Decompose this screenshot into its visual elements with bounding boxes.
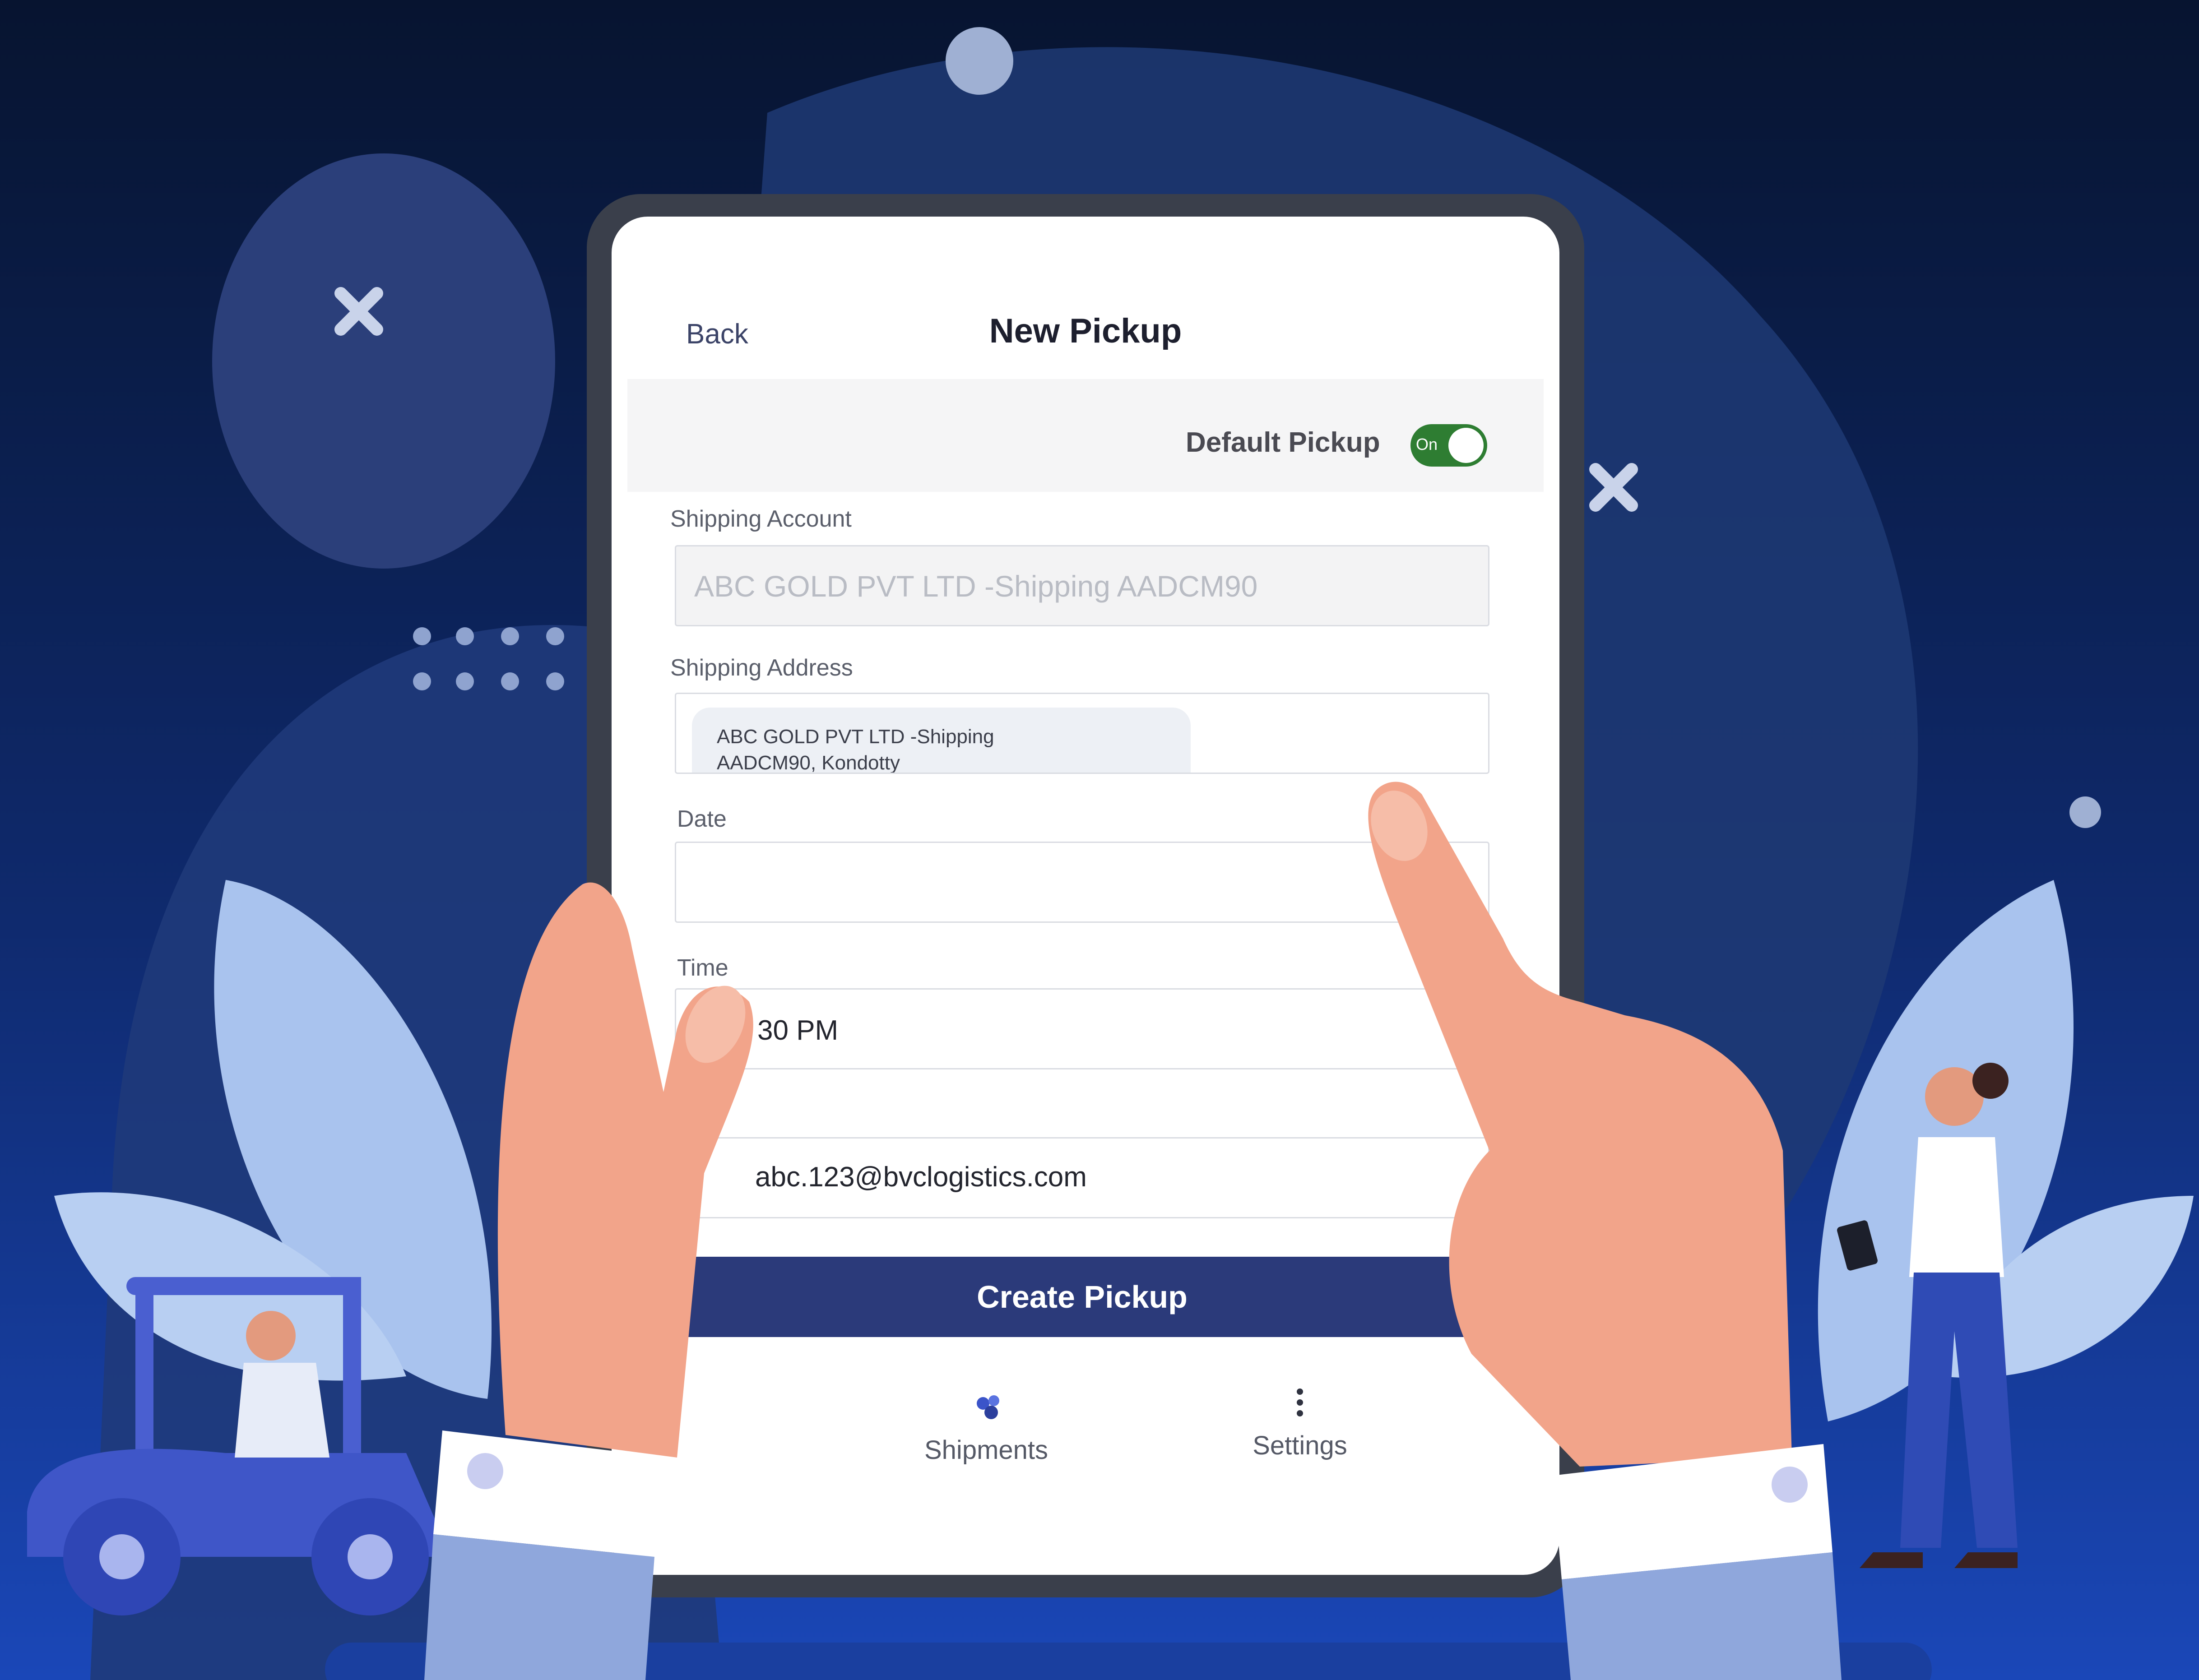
shipping-account-value: ABC GOLD PVT LTD -Shipping AADCM90 xyxy=(694,569,1258,603)
default-pickup-label: Default Pickup xyxy=(1186,427,1380,458)
more-vertical-icon xyxy=(1297,1388,1303,1416)
address-chip-line1: ABC GOLD PVT LTD -Shipping xyxy=(717,726,994,748)
page-title: New Pickup xyxy=(989,312,1182,350)
address-chip[interactable]: ABC GOLD PVT LTD -Shipping AADCM90, Kond… xyxy=(692,708,1191,774)
app-screen: Back New Pickup Default Pickup On Shippi… xyxy=(612,217,1559,1575)
time-field[interactable]: 30 PM xyxy=(675,988,1499,1069)
clock-icon[interactable] xyxy=(1471,1016,1499,1045)
shipping-address-field[interactable]: ABC GOLD PVT LTD -Shipping AADCM90, Kond… xyxy=(675,693,1489,774)
toggle-knob xyxy=(1448,428,1484,463)
bg-dot-right xyxy=(2069,796,2101,828)
tab-shipments-label: Shipments xyxy=(924,1435,1048,1465)
time-label: Time xyxy=(677,955,728,981)
shipping-account-label: Shipping Account xyxy=(670,506,852,532)
shipping-account-field[interactable]: ABC GOLD PVT LTD -Shipping AADCM90 xyxy=(675,545,1489,626)
time-value: 30 PM xyxy=(757,1015,839,1046)
box-icon xyxy=(977,1395,999,1419)
tab-settings[interactable]: Settings xyxy=(1187,1385,1413,1476)
bg-dot-top xyxy=(946,27,1013,95)
address-chip-line2: AADCM90, Kondotty xyxy=(717,752,900,774)
shipping-address-label: Shipping Address xyxy=(670,655,853,681)
email-field[interactable]: abc.123@bvclogistics.com xyxy=(675,1137,1489,1218)
create-pickup-button[interactable]: Create Pickup xyxy=(675,1257,1489,1337)
bg-blob-left xyxy=(212,153,555,569)
email-value: abc.123@bvclogistics.com xyxy=(755,1162,1087,1193)
toggle-state-text: On xyxy=(1416,435,1438,454)
tab-settings-label: Settings xyxy=(1253,1431,1347,1460)
date-label: Date xyxy=(677,806,727,832)
ground-bar xyxy=(325,1643,1932,1680)
default-pickup-toggle[interactable]: On xyxy=(1410,424,1487,467)
date-field[interactable] xyxy=(675,842,1489,923)
default-pickup-row xyxy=(627,379,1544,492)
tab-shipments[interactable]: Shipments xyxy=(873,1390,1099,1480)
